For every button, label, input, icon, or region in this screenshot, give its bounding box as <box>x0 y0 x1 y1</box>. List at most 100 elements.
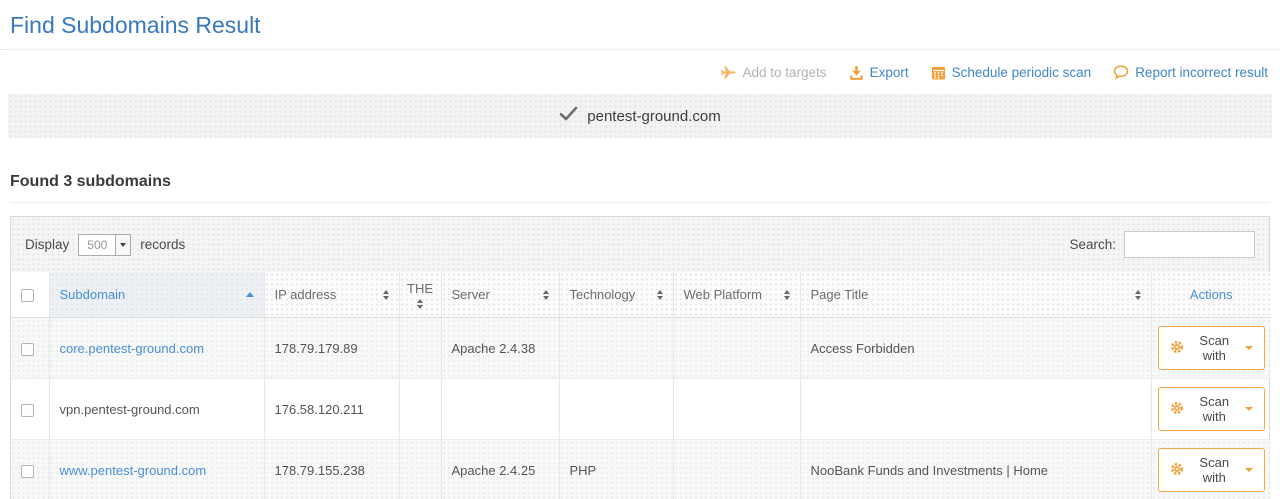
cell-technology <box>559 379 673 440</box>
subdomains-table: Subdomain IP address THE Server Technolo… <box>11 272 1271 499</box>
cell-web-platform <box>673 318 800 379</box>
scan-with-button[interactable]: Scan with <box>1158 448 1266 492</box>
add-to-targets-label: Add to targets <box>743 65 827 80</box>
cell-page-title: NooBank Funds and Investments | Home <box>800 440 1151 499</box>
row-select-cell <box>11 440 49 499</box>
display-length-group: Display 500 records <box>25 234 185 256</box>
sort-asc-icon <box>246 292 254 297</box>
schedule-periodic-scan-button[interactable]: Schedule periodic scan <box>931 65 1092 80</box>
download-icon <box>849 65 864 80</box>
cell-actions: Scan with <box>1151 318 1271 379</box>
column-label: Web Platform <box>684 287 763 302</box>
select-dropdown-arrow-icon <box>115 235 130 255</box>
export-button[interactable]: Export <box>849 65 909 80</box>
comment-icon <box>1113 64 1129 80</box>
column-label: IP address <box>275 287 337 302</box>
column-label: Server <box>452 287 490 302</box>
caret-down-icon <box>1245 468 1253 472</box>
cell-subdomain: www.pentest-ground.com <box>49 440 264 499</box>
sort-both-icon <box>543 290 549 300</box>
select-all-header-cell <box>11 272 49 318</box>
sort-both-icon <box>417 299 423 309</box>
search-label: Search: <box>1069 237 1116 252</box>
plane-icon <box>720 64 737 81</box>
gear-icon <box>1170 340 1184 357</box>
schedule-periodic-scan-label: Schedule periodic scan <box>952 65 1092 80</box>
row-checkbox[interactable] <box>21 404 34 417</box>
page-length-value: 500 <box>79 235 115 255</box>
table-row: vpn.pentest-ground.com 176.58.120.211 Sc… <box>11 379 1271 440</box>
subdomain-link[interactable]: www.pentest-ground.com <box>60 463 207 478</box>
add-to-targets-button[interactable]: Add to targets <box>720 64 827 81</box>
select-all-checkbox[interactable] <box>21 289 34 302</box>
column-label: Technology <box>570 287 636 302</box>
cell-page-title <box>800 379 1151 440</box>
row-select-cell <box>11 318 49 379</box>
report-incorrect-result-label: Report incorrect result <box>1135 65 1268 80</box>
page-title: Find Subdomains Result <box>10 8 1270 49</box>
page: Find Subdomains Result Add to targets Ex… <box>0 0 1280 499</box>
report-incorrect-result-button[interactable]: Report incorrect result <box>1113 64 1268 80</box>
column-header-page-title[interactable]: Page Title <box>800 272 1151 318</box>
sort-both-icon <box>383 290 389 300</box>
caret-down-icon <box>1245 407 1253 411</box>
caret-down-icon <box>1245 346 1253 350</box>
table-controls-bar: Display 500 records Search: <box>11 217 1269 272</box>
search-input[interactable] <box>1124 231 1255 258</box>
cell-subdomain: core.pentest-ground.com <box>49 318 264 379</box>
cell-subdomain: vpn.pentest-ground.com <box>49 379 264 440</box>
cell-ip-address: 178.79.179.89 <box>264 318 399 379</box>
table-header-row: Subdomain IP address THE Server Technolo… <box>11 272 1271 318</box>
results-panel: Display 500 records Search: <box>10 216 1270 499</box>
sort-both-icon <box>784 290 790 300</box>
cell-the <box>399 318 441 379</box>
column-header-server[interactable]: Server <box>441 272 559 318</box>
scan-with-button[interactable]: Scan with <box>1158 387 1266 431</box>
gear-icon <box>1170 462 1184 479</box>
scan-with-label: Scan with <box>1191 394 1239 424</box>
column-header-actions: Actions <box>1151 272 1271 318</box>
column-label: THE <box>407 281 433 296</box>
subdomain-text: vpn.pentest-ground.com <box>60 402 200 417</box>
row-checkbox[interactable] <box>21 343 34 356</box>
row-select-cell <box>11 379 49 440</box>
column-label: Subdomain <box>60 287 126 302</box>
cell-web-platform <box>673 379 800 440</box>
results-heading: Found 3 subdomains <box>10 173 1270 203</box>
cell-actions: Scan with <box>1151 379 1271 440</box>
column-header-technology[interactable]: Technology <box>559 272 673 318</box>
cell-technology: PHP <box>559 440 673 499</box>
toolbar: Add to targets Export Schedu <box>10 50 1270 84</box>
cell-technology <box>559 318 673 379</box>
column-header-web-platform[interactable]: Web Platform <box>673 272 800 318</box>
cell-server: Apache 2.4.38 <box>441 318 559 379</box>
check-icon <box>559 106 578 126</box>
cell-server: Apache 2.4.25 <box>441 440 559 499</box>
page-length-select[interactable]: 500 <box>78 234 131 256</box>
cell-web-platform <box>673 440 800 499</box>
display-label: Display <box>25 237 69 252</box>
gear-icon <box>1170 401 1184 418</box>
cell-the <box>399 440 441 499</box>
sort-both-icon <box>1135 290 1141 300</box>
scan-with-button[interactable]: Scan with <box>1158 326 1266 370</box>
cell-server <box>441 379 559 440</box>
column-header-the[interactable]: THE <box>399 272 441 318</box>
scan-with-label: Scan with <box>1191 455 1239 485</box>
column-label: Actions <box>1190 287 1233 302</box>
table-row: www.pentest-ground.com 178.79.155.238 Ap… <box>11 440 1271 499</box>
cell-actions: Scan with <box>1151 440 1271 499</box>
column-header-subdomain[interactable]: Subdomain <box>49 272 264 318</box>
target-name: pentest-ground.com <box>587 108 720 125</box>
cell-ip-address: 176.58.120.211 <box>264 379 399 440</box>
calendar-icon <box>931 65 946 80</box>
cell-page-title: Access Forbidden <box>800 318 1151 379</box>
sort-both-icon <box>657 290 663 300</box>
cell-the <box>399 379 441 440</box>
column-header-ip-address[interactable]: IP address <box>264 272 399 318</box>
row-checkbox[interactable] <box>21 465 34 478</box>
scanned-target-banner: pentest-ground.com <box>8 94 1272 138</box>
export-label: Export <box>870 65 909 80</box>
subdomain-link[interactable]: core.pentest-ground.com <box>60 341 205 356</box>
records-label: records <box>140 237 185 252</box>
